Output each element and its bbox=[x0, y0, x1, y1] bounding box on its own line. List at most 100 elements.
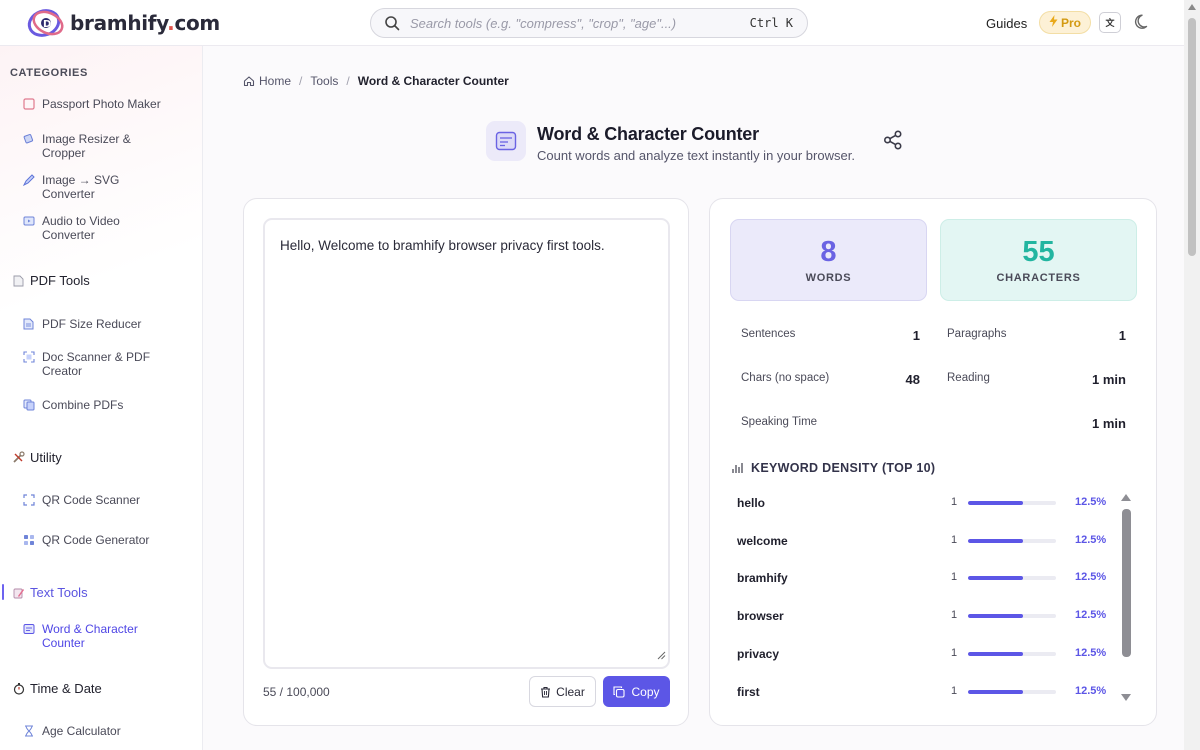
stopwatch-icon bbox=[12, 682, 25, 695]
sidebar-item-image-to-svg[interactable]: Image → SVG Converter bbox=[22, 173, 119, 201]
keyword-density-bar-fill bbox=[968, 689, 1023, 694]
reading-label: Reading bbox=[947, 372, 990, 384]
page-subtitle: Count words and analyze text instantly i… bbox=[537, 148, 855, 163]
hourglass-icon bbox=[22, 724, 35, 737]
sidebar-item-label: Age Calculator bbox=[42, 724, 121, 738]
keyword-count: 1 bbox=[951, 533, 958, 546]
sidebar-item-label: Doc Scanner & PDF Creator bbox=[42, 350, 151, 378]
sidebar-item-combine-pdfs[interactable]: Combine PDFs bbox=[22, 398, 123, 412]
search-shortcut: Ctrl K bbox=[749, 16, 793, 30]
pdf-compress-icon bbox=[22, 317, 35, 330]
sidebar-group-time-date[interactable]: Time & Date bbox=[12, 681, 102, 696]
speaking-time-label: Speaking Time bbox=[741, 416, 818, 428]
pro-badge-button[interactable]: Pro bbox=[1039, 11, 1091, 34]
stats-card: 8 WORDS 55 CHARACTERS Sentences 1 Paragr… bbox=[709, 198, 1157, 726]
keyword-density-bar bbox=[968, 614, 1056, 619]
text-input-content[interactable]: Hello, Welcome to bramhify browser priva… bbox=[280, 238, 605, 253]
keyword-percent: 12.5% bbox=[1075, 533, 1107, 546]
nav-guides-link[interactable]: Guides bbox=[986, 16, 1027, 31]
sidebar-item-audio-to-video[interactable]: Audio to Video Converter bbox=[22, 214, 120, 242]
logo-text: bramhify.com bbox=[70, 11, 220, 35]
characters-stat: 55 CHARACTERS bbox=[940, 219, 1137, 301]
sidebar-item-label: Word & Character Counter bbox=[42, 622, 138, 650]
qr-scan-icon bbox=[22, 493, 35, 506]
sidebar-item-pdf-size-reducer[interactable]: PDF Size Reducer bbox=[22, 317, 141, 331]
text-input-area[interactable]: Hello, Welcome to bramhify browser priva… bbox=[263, 218, 670, 669]
site-logo[interactable]: D bramhify.com bbox=[26, 8, 220, 38]
clear-button[interactable]: Clear bbox=[529, 676, 596, 707]
chars-no-space-label: Chars (no space) bbox=[741, 372, 830, 384]
list-scrollbar-thumb[interactable] bbox=[1122, 509, 1131, 657]
copy-button[interactable]: Copy bbox=[603, 676, 670, 707]
keyword-word: first bbox=[737, 684, 760, 699]
bar-chart-icon bbox=[731, 462, 743, 474]
character-count: 55 / 100,000 bbox=[263, 685, 330, 699]
breadcrumb-tools-link[interactable]: Tools bbox=[310, 74, 338, 88]
dark-mode-toggle-icon[interactable] bbox=[1134, 13, 1152, 36]
copy-icon bbox=[613, 685, 626, 698]
keyword-row: hello 1 12.5% bbox=[737, 496, 1107, 512]
active-group-indicator bbox=[2, 584, 4, 600]
characters-count: 55 bbox=[1022, 236, 1055, 268]
keyword-density-bar bbox=[968, 501, 1056, 505]
language-glyph: 文 bbox=[1105, 18, 1115, 28]
keyword-count: 1 bbox=[951, 609, 958, 622]
sidebar-item-qr-scanner[interactable]: QR Code Scanner bbox=[22, 493, 140, 507]
home-icon[interactable] bbox=[243, 75, 255, 87]
resize-handle-icon[interactable] bbox=[657, 647, 666, 665]
copy-label: Copy bbox=[631, 684, 660, 699]
keyword-row: first 1 12.5% bbox=[737, 685, 1107, 701]
keyword-count: 1 bbox=[951, 684, 958, 697]
breadcrumb-home-link[interactable]: Home bbox=[259, 74, 291, 88]
keyword-word: hello bbox=[737, 496, 766, 510]
search-bar[interactable]: Search tools (e.g. "compress", "crop", "… bbox=[370, 8, 808, 38]
sidebar-group-text-tools[interactable]: Text Tools bbox=[12, 585, 88, 600]
sidebar-item-doc-scanner[interactable]: Doc Scanner & PDF Creator bbox=[22, 350, 150, 378]
counter-icon bbox=[22, 622, 35, 635]
sidebar-item-qr-generator[interactable]: QR Code Generator bbox=[22, 533, 149, 547]
keyword-percent: 12.5% bbox=[1075, 684, 1107, 697]
categories-title: CATEGORIES bbox=[10, 67, 88, 79]
keyword-word: privacy bbox=[737, 646, 780, 661]
keyword-percent: 12.5% bbox=[1075, 496, 1107, 508]
editor-card: Hello, Welcome to bramhify browser priva… bbox=[243, 198, 689, 726]
logo-mark-icon: D bbox=[26, 8, 66, 38]
clear-label: Clear bbox=[556, 684, 585, 699]
page-scrollbar-thumb[interactable] bbox=[1188, 18, 1196, 256]
keyword-row: bramhify 1 12.5% bbox=[737, 571, 1107, 587]
words-count: 8 bbox=[820, 236, 837, 268]
sidebar-item-label: Audio to Video Converter bbox=[42, 214, 120, 242]
sidebar-group-pdf-tools[interactable]: PDF Tools bbox=[12, 273, 90, 288]
sidebar-item-label: Image Resizer & Cropper bbox=[42, 132, 131, 160]
keyword-density-bar bbox=[968, 689, 1056, 694]
combine-icon bbox=[22, 398, 35, 411]
tool-icon bbox=[486, 121, 526, 161]
sidebar-item-word-character-counter[interactable]: Word & Character Counter bbox=[22, 622, 138, 650]
sidebar-item-passport-photo-maker[interactable]: Passport Photo Maker bbox=[22, 97, 161, 111]
sidebar-group-utility[interactable]: Utility bbox=[12, 450, 62, 465]
search-icon bbox=[384, 15, 400, 36]
list-scroll-down-arrow-icon[interactable] bbox=[1121, 694, 1131, 701]
sidebar-item-image-resizer[interactable]: Image Resizer & Cropper bbox=[22, 132, 131, 160]
speaking-time-value: 1 min bbox=[1092, 416, 1126, 431]
page-title: Word & Character Counter bbox=[537, 124, 759, 144]
characters-label: CHARACTERS bbox=[996, 272, 1081, 284]
sidebar-item-age-calculator[interactable]: Age Calculator bbox=[22, 724, 121, 738]
share-icon[interactable] bbox=[882, 129, 904, 156]
qr-code-icon bbox=[22, 533, 35, 546]
sidebar: CATEGORIES Passport Photo Maker Image Re… bbox=[0, 46, 203, 750]
paragraphs-label: Paragraphs bbox=[947, 328, 1007, 340]
words-stat: 8 WORDS bbox=[730, 219, 927, 301]
breadcrumb: Home / Tools / Word & Character Counter bbox=[243, 74, 509, 88]
sidebar-item-label: Passport Photo Maker bbox=[42, 97, 161, 111]
page-scrollbar[interactable] bbox=[1184, 0, 1200, 750]
list-scroll-up-arrow-icon[interactable] bbox=[1121, 494, 1131, 501]
group-label: Text Tools bbox=[30, 585, 88, 600]
keyword-density-bar-fill bbox=[968, 576, 1023, 581]
keyword-row: privacy 1 12.5% bbox=[737, 647, 1107, 663]
language-button[interactable]: 文 bbox=[1099, 12, 1121, 33]
scroll-up-arrow-icon[interactable] bbox=[1188, 4, 1196, 10]
keyword-density-bar bbox=[968, 651, 1056, 656]
passport-icon bbox=[22, 97, 35, 110]
keyword-percent: 12.5% bbox=[1075, 571, 1107, 584]
